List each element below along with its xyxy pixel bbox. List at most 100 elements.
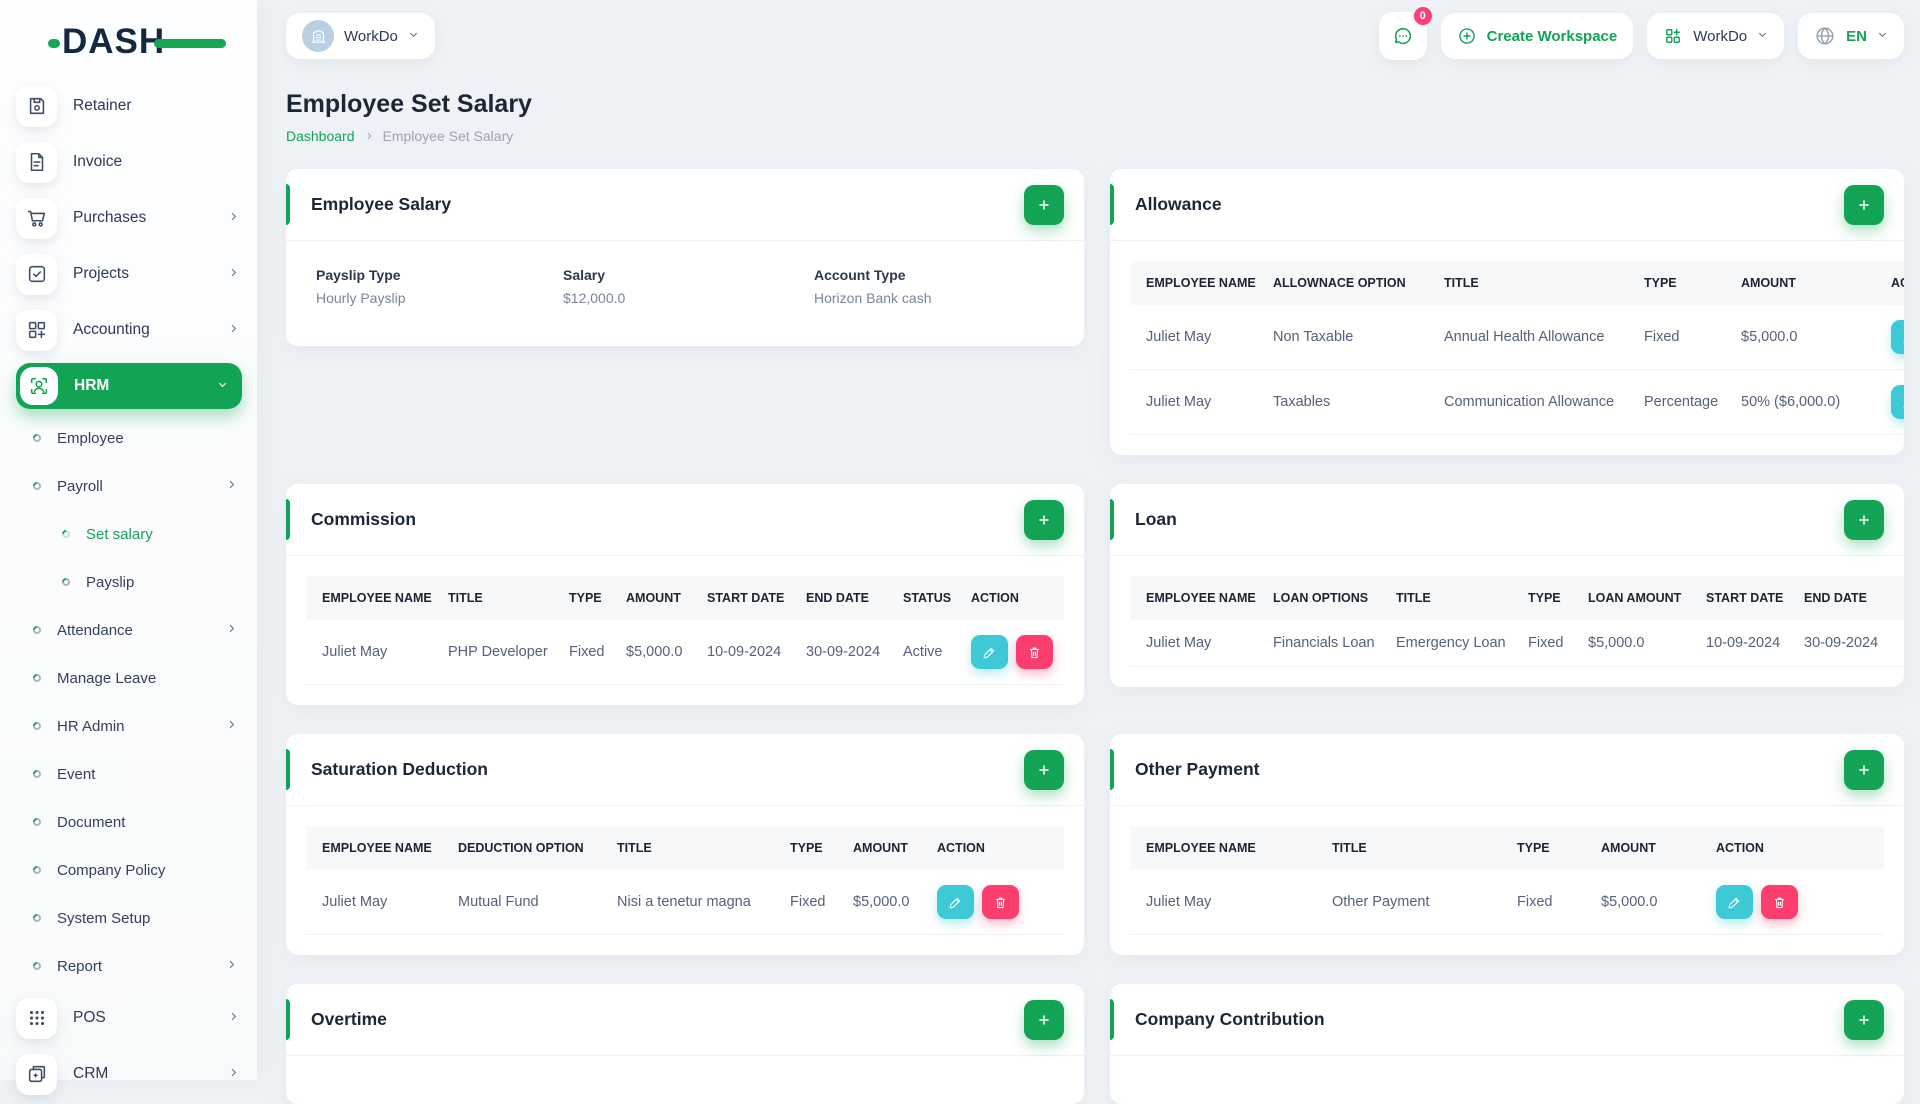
sidebar-item-pos[interactable]: POS — [0, 990, 257, 1046]
column-header: TYPE — [553, 576, 610, 620]
overtime-card: Overtime — [286, 984, 1084, 1104]
add-loan-button[interactable] — [1844, 500, 1884, 540]
grid-app-icon — [1663, 26, 1683, 46]
allowance-card: Allowance EMPLOYEE NAME ALLOWNACE OPTION… — [1110, 169, 1904, 455]
column-header: START DATE — [691, 576, 790, 620]
sidebar-item-invoice[interactable]: Invoice — [0, 134, 257, 190]
sidebar-item-retainer[interactable]: Retainer — [0, 78, 257, 134]
chevron-right-icon — [228, 209, 239, 227]
create-workspace-label: Create Workspace — [1487, 28, 1618, 45]
chevron-down-icon — [1757, 27, 1768, 45]
edit-button[interactable] — [937, 885, 974, 919]
add-company-contribution-button[interactable] — [1844, 1000, 1884, 1040]
edit-button[interactable] — [1891, 320, 1904, 354]
edit-button[interactable] — [1716, 885, 1753, 919]
sidebar-item-system-setup[interactable]: System Setup — [0, 894, 257, 942]
messages-button[interactable]: 0 — [1379, 12, 1427, 60]
grid-plus-icon — [16, 310, 57, 351]
chevron-right-icon — [364, 131, 374, 141]
field-account-type: Account Type Horizon Bank cash — [814, 267, 1064, 306]
add-commission-button[interactable] — [1024, 500, 1064, 540]
card-title: Employee Salary — [311, 194, 1024, 215]
column-header: TYPE — [1512, 576, 1572, 620]
table-row: Juliet May Taxables Communication Allowa… — [1130, 370, 1904, 435]
bullet-icon — [31, 624, 42, 635]
sidebar-item-projects[interactable]: Projects — [0, 246, 257, 302]
logo-accent-bar — [154, 39, 226, 48]
main-content: Employee Set Salary Dashboard Employee S… — [257, 72, 1920, 1080]
logo-accent-dot — [48, 39, 60, 48]
sidebar-item-attendance[interactable]: Attendance — [0, 606, 257, 654]
loan-card: Loan EMPLOYEE NAME LOAN OPTIONS TITLE TY… — [1110, 484, 1904, 687]
app-menu-label: WorkDo — [1693, 28, 1747, 45]
card-title: Commission — [311, 509, 1024, 530]
sidebar-item-payroll[interactable]: Payroll — [0, 462, 257, 510]
field-value: $12,000.0 — [563, 290, 814, 306]
table-row: Juliet May Non Taxable Annual Health All… — [1130, 305, 1904, 370]
sidebar-item-crm[interactable]: CRM — [0, 1046, 257, 1102]
bullet-icon — [31, 816, 42, 827]
chevron-right-icon — [226, 717, 237, 735]
column-header: TITLE — [1316, 826, 1501, 870]
chevron-right-icon — [226, 621, 237, 639]
plus-icon — [1036, 197, 1052, 213]
sidebar-item-label: Accounting — [73, 321, 212, 339]
bullet-icon — [31, 864, 42, 875]
edit-button[interactable] — [971, 635, 1008, 669]
sidebar-item-purchases[interactable]: Purchases — [0, 190, 257, 246]
delete-button[interactable] — [1016, 635, 1053, 669]
app-logo[interactable]: DASH — [62, 22, 212, 64]
sidebar-item-label: Purchases — [73, 209, 212, 227]
other-payment-card: Other Payment EMPLOYEE NAME TITLE TYPE A… — [1110, 734, 1904, 955]
edit-button[interactable] — [1891, 385, 1904, 419]
create-workspace-button[interactable]: Create Workspace — [1441, 13, 1634, 59]
delete-button[interactable] — [1761, 885, 1798, 919]
dots-grid-icon — [16, 998, 57, 1039]
bullet-icon — [31, 720, 42, 731]
pencil-icon — [982, 645, 997, 660]
sidebar-item-manage-leave[interactable]: Manage Leave — [0, 654, 257, 702]
bullet-icon — [31, 960, 42, 971]
pencil-icon — [1727, 895, 1742, 910]
chevron-right-icon — [226, 477, 237, 495]
workspace-avatar — [302, 20, 334, 52]
bullet-icon — [31, 912, 42, 923]
language-selector[interactable]: EN — [1798, 13, 1904, 59]
sidebar-item-document[interactable]: Document — [0, 798, 257, 846]
add-employee-salary-button[interactable] — [1024, 185, 1064, 225]
column-header: ACTION — [921, 826, 1064, 870]
sidebar-item-hr-admin[interactable]: HR Admin — [0, 702, 257, 750]
column-header: AMOUNT — [837, 826, 921, 870]
add-overtime-button[interactable] — [1024, 1000, 1064, 1040]
plus-icon — [1036, 512, 1052, 528]
check-square-icon — [16, 254, 57, 295]
plus-icon — [1856, 1012, 1872, 1028]
sidebar-item-event[interactable]: Event — [0, 750, 257, 798]
delete-button[interactable] — [982, 885, 1019, 919]
plus-icon — [1856, 197, 1872, 213]
app-menu-selector[interactable]: WorkDo — [1647, 13, 1784, 59]
add-other-payment-button[interactable] — [1844, 750, 1884, 790]
sidebar-item-hrm[interactable]: HRM — [16, 363, 242, 409]
sidebar-item-payslip[interactable]: Payslip — [0, 558, 257, 606]
sidebar-item-label: Retainer — [73, 97, 239, 115]
column-header: LOAN OPTIONS — [1257, 576, 1380, 620]
column-header: LOAN AMOUNT — [1572, 576, 1690, 620]
sidebar-item-accounting[interactable]: Accounting — [0, 302, 257, 358]
workspace-selector[interactable]: WorkDo — [286, 13, 435, 59]
cart-icon — [16, 198, 57, 239]
plus-icon — [1036, 762, 1052, 778]
sidebar-item-company-policy[interactable]: Company Policy — [0, 846, 257, 894]
add-saturation-deduction-button[interactable] — [1024, 750, 1064, 790]
sidebar-item-label: Document — [57, 814, 125, 831]
add-allowance-button[interactable] — [1844, 185, 1884, 225]
sidebar-item-set-salary[interactable]: Set salary — [0, 510, 257, 558]
breadcrumb-dashboard-link[interactable]: Dashboard — [286, 128, 355, 144]
table-row: Juliet May Financials Loan Emergency Loa… — [1130, 620, 1904, 667]
sidebar-item-label: HRM — [74, 377, 201, 395]
sidebar-item-employee[interactable]: Employee — [0, 414, 257, 462]
field-value: Horizon Bank cash — [814, 290, 1064, 306]
sidebar-item-report[interactable]: Report — [0, 942, 257, 990]
commission-table: EMPLOYEE NAME TITLE TYPE AMOUNT START DA… — [306, 576, 1064, 685]
column-header: STATUS — [887, 576, 955, 620]
